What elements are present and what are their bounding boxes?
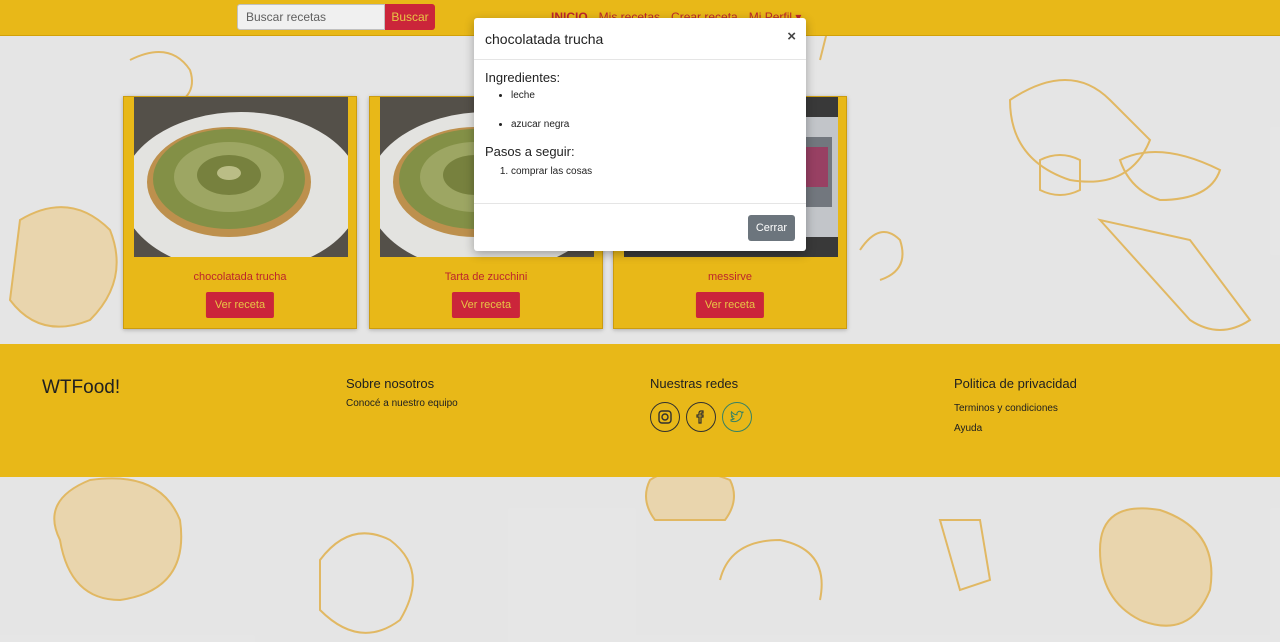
- modal-footer: Cerrar: [474, 204, 806, 250]
- steps-list: comprar las cosas: [511, 166, 795, 177]
- close-button[interactable]: Cerrar: [747, 215, 795, 241]
- steps-heading: Pasos a seguir:: [485, 144, 575, 159]
- step-item: comprar las cosas: [511, 166, 795, 177]
- ingredient-item: leche: [511, 90, 795, 102]
- ingredients-heading: Ingredientes:: [485, 70, 561, 85]
- recipe-modal: chocolatada trucha × Ingredientes: leche…: [474, 18, 806, 251]
- close-icon[interactable]: ×: [787, 28, 796, 45]
- ingredients-list: leche azucar negra: [511, 90, 795, 131]
- modal-title: chocolatada trucha: [485, 31, 604, 47]
- modal-header: chocolatada trucha ×: [474, 18, 806, 60]
- ingredient-item: azucar negra: [511, 119, 795, 131]
- modal-body: Ingredientes: leche azucar negra Pasos a…: [474, 60, 806, 204]
